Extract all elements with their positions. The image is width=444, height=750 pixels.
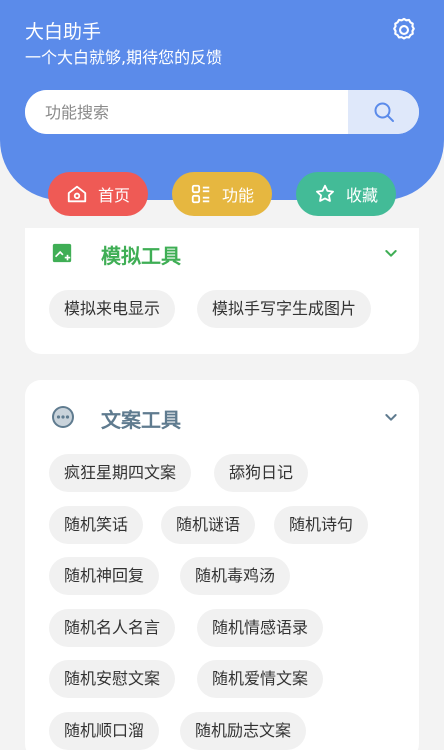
tool-item[interactable]: 随机顺口溜 [49,712,160,750]
section-title: 文案工具 [101,408,181,432]
search-icon [374,102,394,122]
section-title: 模拟工具 [101,244,181,268]
section-copywriting-tools: 文案工具 疯狂星期四文案 舔狗日记 随机笑话 随机谜语 随机诗句 随机神回复 随… [25,380,419,750]
tool-item[interactable]: 随机励志文案 [180,712,307,750]
nav-favorite-label: 收藏 [345,186,378,205]
section-simulation-tools: 模拟工具 模拟来电显示 模拟手写字生成图片 [25,228,419,354]
search-button[interactable] [348,90,419,134]
nav-home-label: 首页 [97,186,130,205]
search-bar [25,90,419,134]
tool-item[interactable]: 随机笑话 [49,506,144,544]
tool-item[interactable]: 随机名人名言 [49,609,176,647]
settings-button[interactable] [390,16,418,44]
chevron-down-icon[interactable] [383,409,399,425]
tool-item[interactable]: 随机毒鸡汤 [180,557,291,595]
home-icon [67,185,87,203]
apps-icon [191,184,210,204]
gear-icon [393,17,415,40]
section-header[interactable]: 模拟工具 [25,228,419,288]
star-icon [316,184,334,202]
nav-home-button[interactable]: 首页 [48,172,148,216]
nav-function-label: 功能 [221,186,254,205]
tool-item[interactable]: 模拟来电显示 [49,290,176,328]
section-header[interactable]: 文案工具 [25,380,419,440]
search-input[interactable] [25,90,348,134]
tool-item[interactable]: 舔狗日记 [214,454,309,492]
nav-function-button[interactable]: 功能 [172,172,272,216]
nav-favorite-button[interactable]: 收藏 [296,172,396,216]
tool-item[interactable]: 随机谜语 [161,506,256,544]
tool-item[interactable]: 随机神回复 [49,557,160,595]
tool-item[interactable]: 随机爱情文案 [197,660,324,698]
chevron-down-icon[interactable] [383,245,399,261]
app-subtitle: 一个大白就够,期待您的反馈 [25,48,223,67]
tool-item[interactable]: 随机情感语录 [197,609,324,647]
tool-item[interactable]: 随机安慰文案 [49,660,176,698]
app-title: 大白助手 [25,21,102,43]
tool-item[interactable]: 随机诗句 [274,506,369,544]
tool-item[interactable]: 疯狂星期四文案 [49,454,192,492]
more-circle-icon [52,406,74,428]
tool-item[interactable]: 模拟手写字生成图片 [197,290,372,328]
image-add-icon [52,243,72,263]
